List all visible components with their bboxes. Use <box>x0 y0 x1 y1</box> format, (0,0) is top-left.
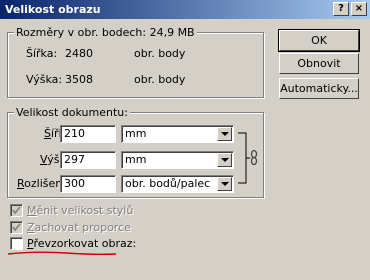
resolution-unit-select[interactable]: obr. bodů/palec <box>121 175 234 193</box>
doc-width-unit-value: mm <box>125 127 147 140</box>
pixel-height-value: 3508 <box>65 73 93 86</box>
image-size-dialog: Velikost obrazu ? × Rozměry v obr. bodec… <box>0 0 370 280</box>
proportion-link-icon <box>238 132 258 184</box>
scale-styles-checkbox[interactable] <box>10 204 23 217</box>
pixel-width-unit: obr. body <box>134 47 186 60</box>
window-title: Velikost obrazu <box>5 3 101 16</box>
pixel-dimensions-legend: Rozměry v obr. bodech: 24,9 MB <box>14 26 197 39</box>
doc-width-input[interactable]: 210 <box>60 125 116 143</box>
constrain-proportions-checkbox[interactable] <box>10 221 23 234</box>
title-bar: Velikost obrazu ? × <box>0 0 370 19</box>
pixel-height-unit: obr. body <box>134 73 186 86</box>
pixel-width-value: 2480 <box>65 47 93 60</box>
checkmark-icon <box>12 223 21 232</box>
pixel-dimensions-group: Rozměry v obr. bodech: 24,9 MB Šířka: 24… <box>7 26 264 98</box>
document-size-group: Velikost dokumentu: Šířka: 210 mm Výška:… <box>7 106 264 198</box>
doc-height-unit-value: mm <box>125 153 147 166</box>
doc-height-unit-select[interactable]: mm <box>121 151 234 169</box>
scale-styles-label: Měnit velikost stylů <box>27 204 134 217</box>
auto-button[interactable]: Automaticky... <box>279 78 359 99</box>
reset-button[interactable]: Obnovit <box>279 53 359 74</box>
constrain-proportions-label: Zachovat proporce <box>27 221 131 234</box>
chevron-down-icon[interactable] <box>217 177 232 191</box>
pixel-height-label: Výška: <box>26 73 63 86</box>
help-button[interactable]: ? <box>333 2 349 16</box>
checkmark-icon <box>12 206 21 215</box>
resolution-input[interactable]: 300 <box>60 175 116 193</box>
resolution-unit-value: obr. bodů/palec <box>125 177 211 190</box>
close-button[interactable]: × <box>351 2 367 16</box>
chevron-down-icon[interactable] <box>217 127 232 141</box>
pixel-width-label: Šířka: <box>26 47 58 60</box>
chevron-down-icon[interactable] <box>217 153 232 167</box>
ok-button[interactable]: OK <box>278 29 360 52</box>
annotation-underline <box>7 251 117 256</box>
document-size-legend: Velikost dokumentu: <box>14 106 130 119</box>
doc-width-unit-select[interactable]: mm <box>121 125 234 143</box>
doc-height-input[interactable]: 297 <box>60 151 116 169</box>
